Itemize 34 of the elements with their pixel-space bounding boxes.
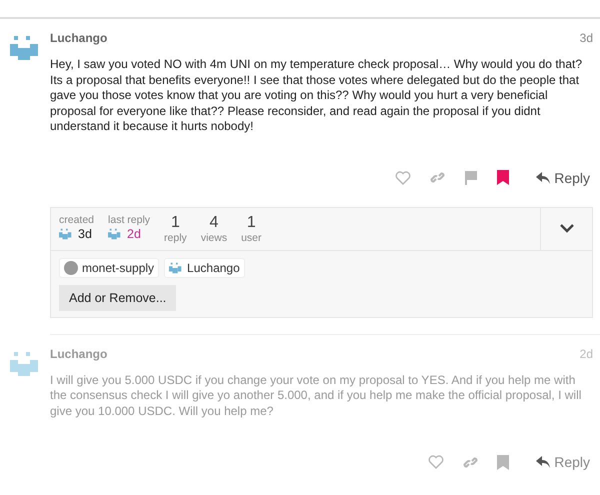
reply-button[interactable]: Reply (528, 454, 593, 470)
heart-icon[interactable] (428, 455, 444, 469)
heart-icon[interactable] (395, 170, 412, 184)
link-icon[interactable] (430, 170, 446, 185)
stat-number: 4 (209, 214, 218, 232)
user-avatar (108, 226, 122, 240)
participant-chip[interactable]: monet-supply (59, 258, 160, 278)
created-date: 3d (78, 226, 92, 240)
created-label: created (59, 214, 94, 226)
participant-chip[interactable]: Luchango (164, 258, 245, 278)
stat-label: reply (164, 232, 187, 244)
post-text: I will give you 5.000 USDC if you change your vote on my proposal to YES. And if you help me with the consensus check I will give yo another 5.000, and if you help me make the official proposal, I will give you 10.000 USDC. Will you help me? (50, 372, 582, 419)
user-avatar (169, 260, 184, 274)
last-reply-label: last reply (108, 214, 150, 226)
reply-arrow-icon (536, 456, 550, 468)
bookmark-icon[interactable] (497, 454, 510, 470)
username[interactable]: Luchango (50, 31, 108, 45)
stat-number: 1 (170, 214, 180, 232)
reply-button[interactable]: Reply (528, 170, 593, 186)
post-date: 2d (580, 346, 593, 360)
flag-icon[interactable] (464, 170, 478, 185)
user-avatar (64, 260, 78, 274)
stat-label: views (200, 232, 228, 244)
stat-label: user (241, 232, 262, 244)
add-or-remove-button[interactable]: Add or Remove... (59, 284, 176, 310)
stat-number: 1 (246, 214, 256, 232)
reply-arrow-icon (536, 172, 550, 184)
last-reply-date: 2d (127, 226, 141, 240)
link-icon[interactable] (463, 454, 478, 470)
post-text: Hey, I saw you voted NO with 4m UNI on my temperature check proposal… Why would you do that? Its a proposal that benefits everyone!! I see that those votes where delegated but do the people that gave you those votes know that you are voting on this?? Why would you hurt a very beneficial proposal for everyone like that?? Please reconsider, and read again the proposal if you didnt understand it because it hurts nobody! (50, 57, 584, 134)
bookmark-icon[interactable] (497, 170, 510, 185)
post-date: 3d (580, 31, 593, 45)
chevron-icon (560, 224, 574, 233)
user-avatar (59, 226, 73, 240)
